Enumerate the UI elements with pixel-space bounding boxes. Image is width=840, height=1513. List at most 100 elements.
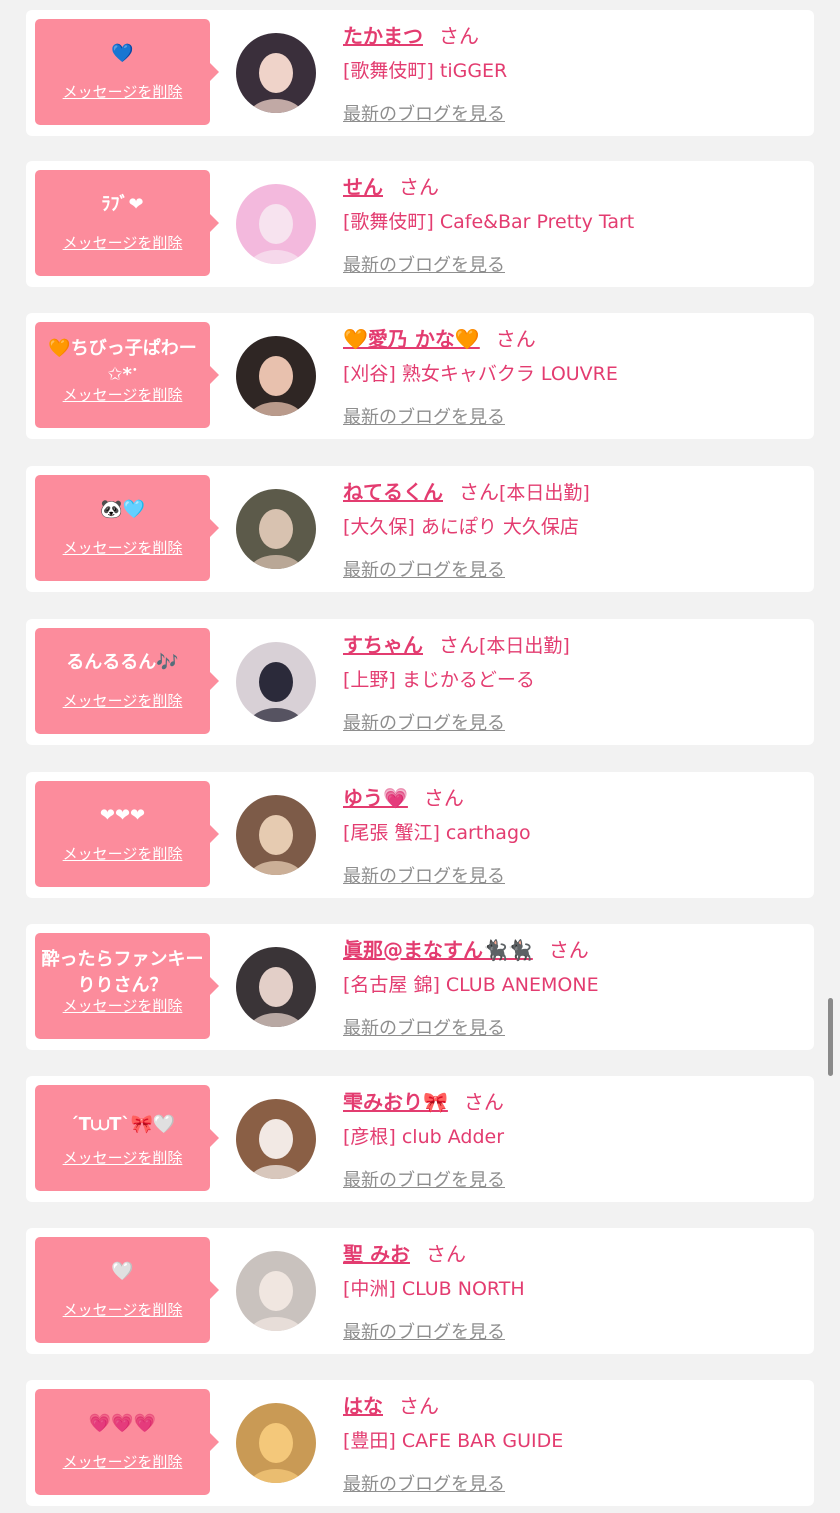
latest-blog-link[interactable]: 最新のブログを見る	[343, 862, 505, 888]
name-row: 聖 みお さん	[343, 1238, 466, 1267]
name-row: たかまつ さん	[343, 20, 479, 49]
shop-name: [刈谷] 熟女キャバクラ LOUVRE	[343, 363, 618, 385]
name-row: すちゃん さん[本日出勤]	[343, 629, 570, 658]
delete-message-link[interactable]: メッセージを削除	[35, 995, 210, 1016]
shop-name: [歌舞伎町] Cafe&Bar Pretty Tart	[343, 211, 635, 233]
honorific: さん	[399, 1394, 439, 1418]
message-card: ˊT⩊Tˋ🎀🤍 メッセージを削除 雫みおり🎀 さん [彦根] club Adder…	[26, 1076, 814, 1202]
cast-name-link[interactable]: 眞那@まなすん🐈‍⬛🐈‍⬛	[343, 938, 533, 962]
message-text: ❤❤❤	[99, 805, 146, 826]
message-text: 💗💗💗	[88, 1413, 157, 1434]
message-bubble: 🧡ちびっ子ぱわー✩*ॱ メッセージを削除	[35, 322, 219, 428]
message-bubble: 酔ったらファンキーりりさん？ メッセージを削除	[35, 933, 219, 1039]
honorific: さん	[423, 786, 464, 810]
avatar[interactable]	[236, 795, 316, 875]
message-bubble: ❤❤❤ メッセージを削除	[35, 781, 219, 887]
message-card: 🤍 メッセージを削除 聖 みお さん [中洲] CLUB NORTH 最新のブログ…	[26, 1228, 814, 1354]
message-text: 💙	[111, 43, 134, 64]
name-row: 雫みおり🎀 さん	[343, 1086, 504, 1115]
name-row: せん さん	[343, 171, 439, 200]
message-text: 🤍	[111, 1261, 134, 1282]
message-bubble: るんるるん🎶 メッセージを削除	[35, 628, 219, 734]
delete-message-link[interactable]: メッセージを削除	[35, 537, 210, 558]
message-bubble: 🐼🩵 メッセージを削除	[35, 475, 219, 581]
message-bubble: 💙 メッセージを削除	[35, 19, 219, 125]
message-card: 🐼🩵 メッセージを削除 ねてるくん さん[本日出勤] [大久保] あにぽり 大久保…	[26, 466, 814, 592]
avatar[interactable]	[236, 1099, 316, 1179]
message-bubble: ﾗﾌﾞ❤ メッセージを削除	[35, 170, 219, 276]
scrollbar[interactable]	[828, 998, 833, 1076]
honorific: さん	[425, 1242, 466, 1266]
avatar[interactable]	[236, 336, 316, 416]
avatar[interactable]	[236, 947, 316, 1027]
message-card: 💙 メッセージを削除 たかまつ さん [歌舞伎町] tiGGER 最新のブログを見…	[26, 10, 814, 136]
latest-blog-link[interactable]: 最新のブログを見る	[343, 1318, 505, 1344]
honorific: さん	[459, 480, 499, 504]
name-row: ねてるくん さん[本日出勤]	[343, 476, 590, 505]
avatar[interactable]	[236, 489, 316, 569]
shop-name: [尾張 蟹江] carthago	[343, 822, 531, 844]
cast-name-link[interactable]: たかまつ	[343, 24, 423, 48]
shop-name: [彦根] club Adder	[343, 1126, 505, 1148]
name-row: ゆう💗 さん	[343, 782, 464, 811]
message-bubble: 🤍 メッセージを削除	[35, 1237, 219, 1343]
honorific: さん	[439, 24, 479, 48]
cast-name-link[interactable]: すちゃん	[343, 633, 423, 657]
message-card: 酔ったらファンキーりりさん？ メッセージを削除 眞那@まなすん🐈‍⬛🐈‍⬛ さん …	[26, 924, 814, 1050]
message-card: 💗💗💗 メッセージを削除 はな さん [豊田] CAFE BAR GUIDE 最新…	[26, 1380, 814, 1506]
shop-name: [大久保] あにぽり 大久保店	[343, 516, 579, 538]
latest-blog-link[interactable]: 最新のブログを見る	[343, 709, 505, 735]
message-text: ﾗﾌﾞ❤	[101, 194, 144, 215]
latest-blog-link[interactable]: 最新のブログを見る	[343, 403, 505, 429]
shop-name: [名古屋 錦] CLUB ANEMONE	[343, 974, 599, 996]
latest-blog-link[interactable]: 最新のブログを見る	[343, 1470, 505, 1496]
name-row: 🧡愛乃 かな🧡 さん	[343, 323, 536, 352]
avatar[interactable]	[236, 1251, 316, 1331]
delete-message-link[interactable]: メッセージを削除	[35, 1147, 210, 1168]
message-text: るんるるん🎶	[66, 652, 179, 673]
message-text: 🐼🩵	[100, 499, 145, 520]
cast-name-link[interactable]: せん	[343, 175, 383, 199]
honorific: さん	[548, 938, 589, 962]
shop-name: [豊田] CAFE BAR GUIDE	[343, 1430, 564, 1452]
cast-name-link[interactable]: 雫みおり🎀	[343, 1090, 448, 1114]
delete-message-link[interactable]: メッセージを削除	[35, 690, 210, 711]
shop-name: [中洲] CLUB NORTH	[343, 1278, 525, 1300]
latest-blog-link[interactable]: 最新のブログを見る	[343, 1166, 505, 1192]
delete-message-link[interactable]: メッセージを削除	[35, 1299, 210, 1320]
avatar[interactable]	[236, 1403, 316, 1483]
attendance-badge: [本日出勤]	[479, 635, 570, 657]
delete-message-link[interactable]: メッセージを削除	[35, 384, 210, 405]
cast-name-link[interactable]: ゆう💗	[343, 786, 408, 810]
name-row: 眞那@まなすん🐈‍⬛🐈‍⬛ さん	[343, 934, 589, 963]
latest-blog-link[interactable]: 最新のブログを見る	[343, 1014, 505, 1040]
avatar[interactable]	[236, 184, 316, 264]
cast-name-link[interactable]: 🧡愛乃 かな🧡	[343, 327, 480, 351]
honorific: さん	[439, 633, 479, 657]
cast-name-link[interactable]: ねてるくん	[343, 480, 443, 504]
name-row: はな さん	[343, 1390, 439, 1419]
shop-name: [上野] まじかるどーる	[343, 669, 535, 691]
latest-blog-link[interactable]: 最新のブログを見る	[343, 100, 505, 126]
delete-message-link[interactable]: メッセージを削除	[35, 232, 210, 253]
cast-name-link[interactable]: はな	[343, 1394, 383, 1418]
attendance-badge: [本日出勤]	[499, 482, 590, 504]
message-card: ❤❤❤ メッセージを削除 ゆう💗 さん [尾張 蟹江] carthago 最新のブ…	[26, 772, 814, 898]
delete-message-link[interactable]: メッセージを削除	[35, 81, 210, 102]
latest-blog-link[interactable]: 最新のブログを見る	[343, 556, 505, 582]
honorific: さん	[463, 1090, 504, 1114]
latest-blog-link[interactable]: 最新のブログを見る	[343, 251, 505, 277]
avatar[interactable]	[236, 642, 316, 722]
message-card: ﾗﾌﾞ❤ メッセージを削除 せん さん [歌舞伎町] Cafe&Bar Prett…	[26, 161, 814, 287]
delete-message-link[interactable]: メッセージを削除	[35, 1451, 210, 1472]
honorific: さん	[399, 175, 439, 199]
honorific: さん	[495, 327, 536, 351]
shop-name: [歌舞伎町] tiGGER	[343, 60, 508, 82]
message-card: るんるるん🎶 メッセージを削除 すちゃん さん[本日出勤] [上野] まじかるどー…	[26, 619, 814, 745]
cast-name-link[interactable]: 聖 みお	[343, 1242, 410, 1266]
message-bubble: ˊT⩊Tˋ🎀🤍 メッセージを削除	[35, 1085, 219, 1191]
avatar[interactable]	[236, 33, 316, 113]
message-card: 🧡ちびっ子ぱわー✩*ॱ メッセージを削除 🧡愛乃 かな🧡 さん [刈谷] 熟女キャ…	[26, 313, 814, 439]
message-bubble: 💗💗💗 メッセージを削除	[35, 1389, 219, 1495]
delete-message-link[interactable]: メッセージを削除	[35, 843, 210, 864]
